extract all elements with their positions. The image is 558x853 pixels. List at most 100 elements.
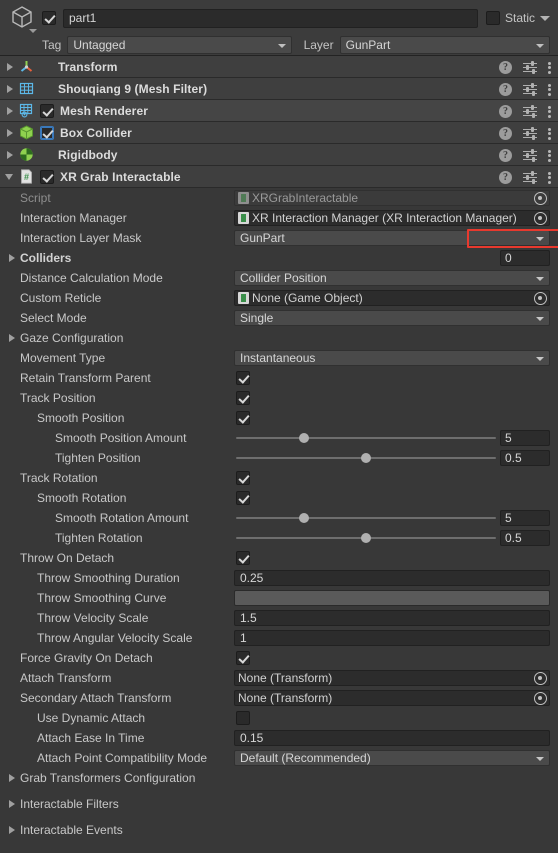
slider-handle[interactable]: [298, 513, 309, 523]
settings-icon[interactable]: [523, 61, 537, 74]
checkbox-track-rotation[interactable]: [236, 470, 250, 485]
dropdown-movement-type[interactable]: Instantaneous: [234, 350, 550, 366]
component-enabled-checkbox[interactable]: [40, 169, 54, 184]
settings-icon[interactable]: [523, 83, 537, 96]
object-picker-icon[interactable]: [534, 691, 547, 705]
chevron-right-icon[interactable]: [4, 148, 17, 161]
menu-icon[interactable]: [548, 171, 552, 184]
chevron-right-icon[interactable]: [4, 60, 17, 73]
chevron-right-icon[interactable]: [4, 104, 17, 117]
rigidbody-icon: [18, 146, 35, 163]
checkbox-force-gravity-on-detach[interactable]: [236, 650, 250, 665]
chevron-right-icon[interactable]: [6, 798, 19, 811]
slider-handle[interactable]: [361, 453, 371, 463]
property-label: Custom Reticle: [20, 291, 102, 305]
curve-field-throw-smoothing-curve[interactable]: [234, 590, 550, 606]
collider-count-field[interactable]: 0: [500, 250, 550, 266]
help-icon[interactable]: ?: [499, 60, 512, 74]
property-label: Smooth Position: [37, 411, 125, 425]
chevron-right-icon[interactable]: [4, 126, 17, 139]
checkbox-track-position[interactable]: [236, 390, 250, 405]
checkbox-smooth-position[interactable]: [236, 410, 250, 425]
component-header-box-collider[interactable]: Box Collider?: [0, 122, 558, 144]
chevron-right-icon[interactable]: [6, 332, 19, 345]
gameobject-enabled-checkbox[interactable]: [42, 11, 56, 25]
slider-tighten-rotation[interactable]: [236, 533, 496, 543]
object-picker-icon[interactable]: [534, 191, 547, 205]
chevron-right-icon[interactable]: [4, 82, 17, 95]
menu-icon[interactable]: [548, 105, 552, 118]
settings-icon[interactable]: [523, 149, 537, 162]
chevron-right-icon[interactable]: [6, 772, 19, 785]
property-label: Script: [20, 191, 51, 205]
object-picker-icon[interactable]: [534, 211, 547, 225]
object-field-script[interactable]: XRGrabInteractable: [234, 190, 550, 206]
component-enabled-checkbox[interactable]: [40, 103, 54, 118]
object-field-secondary-attach-transform[interactable]: None (Transform): [234, 690, 550, 706]
property-row-script: Script XRGrabInteractable: [0, 188, 558, 208]
static-checkbox[interactable]: [485, 11, 500, 25]
component-header-mesh-renderer[interactable]: Mesh Renderer?: [0, 100, 558, 122]
gameobject-name-input[interactable]: part1: [63, 8, 478, 28]
input-throw-smoothing-duration[interactable]: 0.25: [234, 570, 550, 586]
checkbox-use-dynamic-attach[interactable]: [236, 710, 250, 725]
dropdown-distance-calculation-mode[interactable]: Collider Position: [234, 270, 550, 286]
object-picker-icon[interactable]: [534, 671, 547, 685]
object-field-wrapper: XRGrabInteractable: [234, 190, 550, 206]
menu-icon[interactable]: [548, 149, 552, 162]
menu-icon[interactable]: [548, 61, 552, 74]
checkbox-retain-transform-parent[interactable]: [236, 370, 250, 385]
dropdown-attach-point-compatibility-mode[interactable]: Default (Recommended): [234, 750, 550, 766]
chevron-down-icon[interactable]: [4, 170, 17, 183]
help-icon[interactable]: ?: [499, 148, 512, 162]
mesh-filter-icon: [18, 80, 35, 97]
slider-value: 5: [505, 431, 512, 445]
property-row-custom-reticle: Custom Reticle None (Game Object): [0, 288, 558, 308]
text-field-wrapper: 0.25: [234, 570, 550, 586]
static-dropdown-icon[interactable]: [540, 15, 550, 21]
component-header-xr-grab-interactable[interactable]: # XR Grab Interactable?: [0, 166, 558, 188]
menu-icon[interactable]: [548, 127, 552, 140]
help-icon[interactable]: ?: [499, 82, 512, 96]
help-icon[interactable]: ?: [499, 104, 512, 118]
component-header-shouqiang-9-mesh-filter[interactable]: Shouqiang 9 (Mesh Filter)?: [0, 78, 558, 100]
settings-icon[interactable]: [523, 171, 537, 184]
cube-icon[interactable]: [8, 3, 38, 33]
object-field-interaction-manager[interactable]: XR Interaction Manager (XR Interaction M…: [234, 210, 550, 226]
help-icon[interactable]: ?: [499, 170, 512, 184]
tag-dropdown[interactable]: Untagged: [67, 36, 292, 54]
slider-handle[interactable]: [361, 533, 371, 543]
component-header-rigidbody[interactable]: Rigidbody?: [0, 144, 558, 166]
slider-smooth-rotation-amount[interactable]: [236, 513, 496, 523]
object-picker-icon[interactable]: [534, 291, 547, 305]
input-throw-velocity-scale[interactable]: 1.5: [234, 610, 550, 626]
layer-dropdown[interactable]: GunPart: [339, 36, 550, 54]
slider-value-input-smooth-rotation-amount[interactable]: 5: [500, 510, 550, 526]
settings-icon[interactable]: [523, 105, 537, 118]
help-icon[interactable]: ?: [499, 126, 512, 140]
slider-value-input-tighten-position[interactable]: 0.5: [500, 450, 550, 466]
dropdown-interaction-layer-mask[interactable]: GunPart: [234, 230, 550, 246]
component-header-transform[interactable]: Transform?: [0, 56, 558, 78]
slider-tighten-position[interactable]: [236, 453, 496, 463]
component-list: Transform? Shouqiang 9 (Mesh Filter)? Mesh…: [0, 56, 558, 188]
dropdown-select-mode[interactable]: Single: [234, 310, 550, 326]
chevron-right-icon[interactable]: [6, 252, 19, 265]
object-field-wrapper: XR Interaction Manager (XR Interaction M…: [234, 210, 550, 226]
component-enabled-checkbox[interactable]: [40, 125, 54, 140]
slider-handle[interactable]: [298, 433, 309, 443]
menu-icon[interactable]: [548, 83, 552, 96]
object-field-custom-reticle[interactable]: None (Game Object): [234, 290, 550, 306]
checkbox-throw-on-detach[interactable]: [236, 550, 250, 565]
input-attach-ease-in-time[interactable]: 0.15: [234, 730, 550, 746]
chevron-right-icon[interactable]: [6, 824, 19, 837]
component-title: Transform: [58, 59, 118, 74]
slider-value-input-smooth-position-amount[interactable]: 5: [500, 430, 550, 446]
slider-smooth-position-amount[interactable]: [236, 433, 496, 443]
property-row-smooth-rotation-amount: Smooth Rotation Amount 5: [0, 508, 558, 528]
slider-value-input-tighten-rotation[interactable]: 0.5: [500, 530, 550, 546]
object-field-attach-transform[interactable]: None (Transform): [234, 670, 550, 686]
input-throw-angular-velocity-scale[interactable]: 1: [234, 630, 550, 646]
settings-icon[interactable]: [523, 127, 537, 140]
checkbox-smooth-rotation[interactable]: [236, 490, 250, 505]
